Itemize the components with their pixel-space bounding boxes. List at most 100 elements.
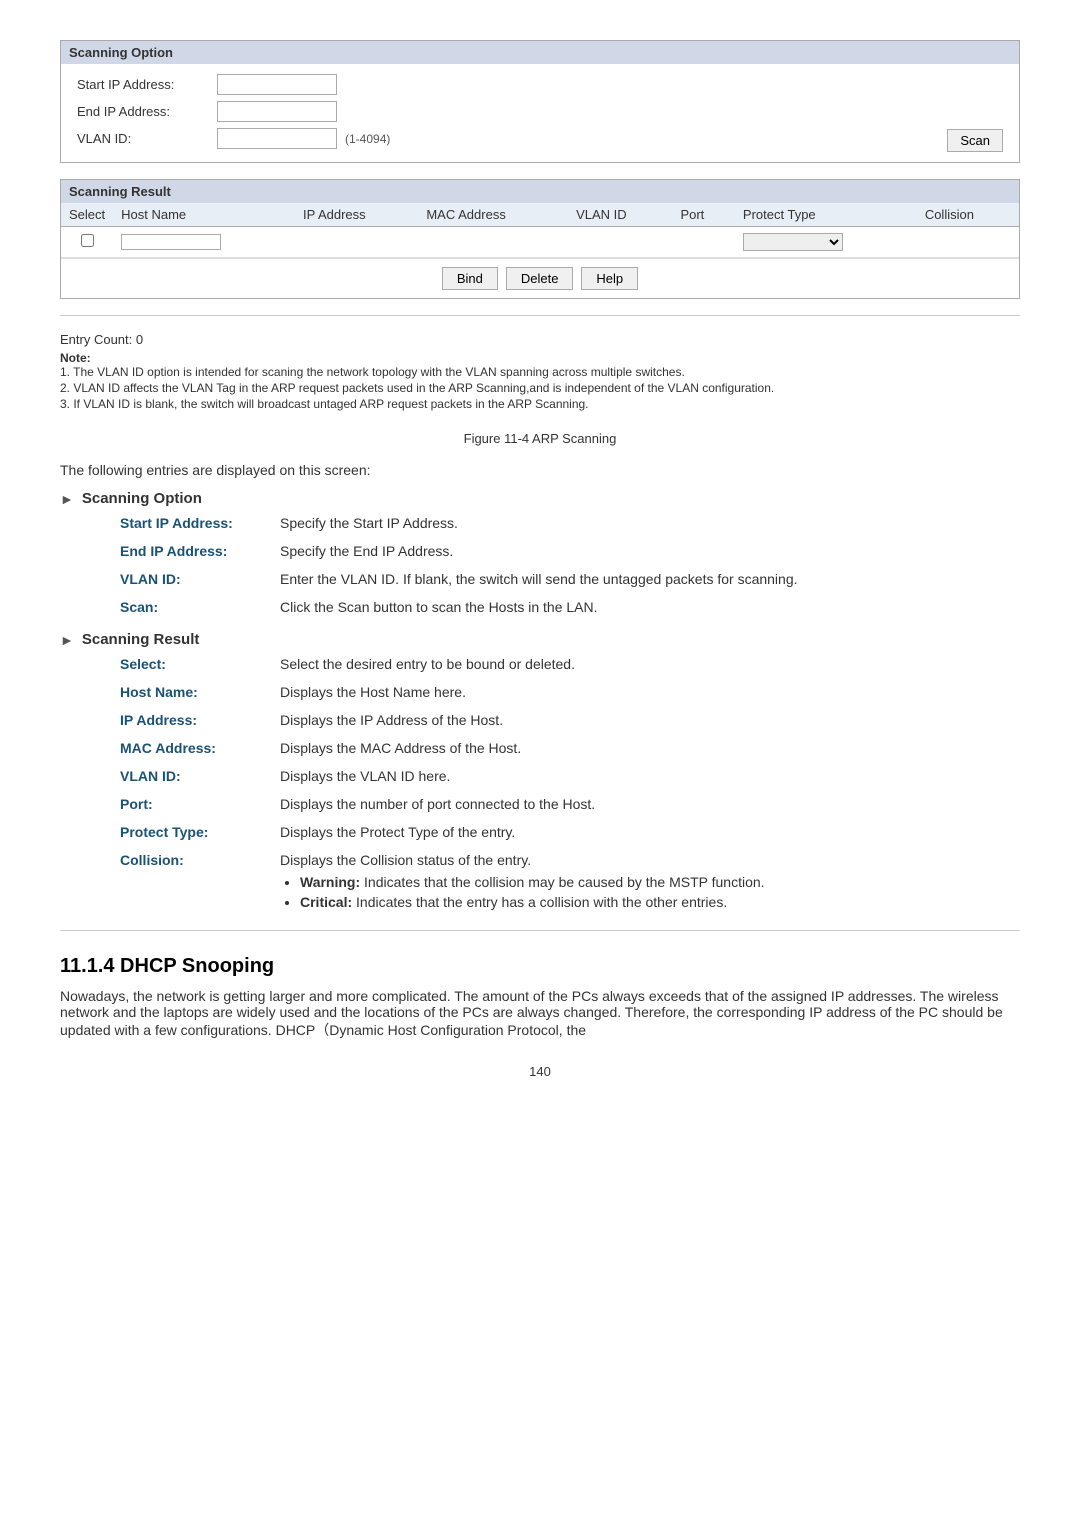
warning-label: Warning: — [300, 874, 360, 890]
entry-count: Entry Count: 0 — [60, 332, 1020, 347]
start-ip-label: Start IP Address: — [77, 77, 217, 92]
def-end-ip: End IP Address: Specify the End IP Addre… — [120, 543, 1020, 559]
row-checkbox[interactable] — [81, 234, 94, 247]
def-term-end-ip: End IP Address: — [120, 543, 280, 559]
dhcp-body-text: Nowadays, the network is getting larger … — [60, 988, 1020, 1040]
row-mac — [418, 227, 568, 258]
bottom-divider — [60, 930, 1020, 931]
bind-button[interactable]: Bind — [442, 267, 498, 290]
arrow-icon-scanning-result: ► — [60, 632, 74, 648]
row-collision — [917, 227, 1019, 258]
def-desc-port: Displays the number of port connected to… — [280, 796, 1020, 812]
arrow-icon-scanning-option: ► — [60, 491, 74, 507]
section-scanning-option: ► Scanning Option Start IP Address: Spec… — [60, 490, 1020, 615]
scanning-result-defs: Select: Select the desired entry to be b… — [120, 656, 1020, 914]
def-term-start-ip: Start IP Address: — [120, 515, 280, 531]
scanning-result-box: Scanning Result Select Host Name IP Addr… — [60, 179, 1020, 299]
def-desc-protect-type: Displays the Protect Type of the entry. — [280, 824, 1020, 840]
def-term-port: Port: — [120, 796, 280, 812]
col-select: Select — [61, 203, 113, 227]
scanning-option-box: Scanning Option Start IP Address: End IP… — [60, 40, 1020, 163]
end-ip-row: End IP Address: — [77, 101, 1003, 122]
def-term-mac-address: MAC Address: — [120, 740, 280, 756]
start-ip-row: Start IP Address: — [77, 74, 1003, 95]
scanning-option-defs: Start IP Address: Specify the Start IP A… — [120, 515, 1020, 615]
collision-critical-bullet: Critical: Indicates that the entry has a… — [300, 894, 1020, 910]
note-1: 1. The VLAN ID option is intended for sc… — [60, 365, 1020, 379]
def-term-ip-address: IP Address: — [120, 712, 280, 728]
protect-type-select[interactable] — [743, 233, 843, 251]
def-term-collision: Collision: — [120, 852, 280, 868]
collision-warning-bullet: Warning: Indicates that the collision ma… — [300, 874, 1020, 890]
scan-button[interactable]: Scan — [947, 129, 1003, 152]
action-row: Bind Delete Help — [61, 258, 1019, 298]
def-term-protect-type: Protect Type: — [120, 824, 280, 840]
def-term-select: Select: — [120, 656, 280, 672]
def-vlan-id-result: VLAN ID: Displays the VLAN ID here. — [120, 768, 1020, 784]
end-ip-label: End IP Address: — [77, 104, 217, 119]
note-3: 3. If VLAN ID is blank, the switch will … — [60, 397, 1020, 411]
vlan-id-hint: (1-4094) — [345, 132, 390, 146]
def-hostname: Host Name: Displays the Host Name here. — [120, 684, 1020, 700]
critical-label: Critical: — [300, 894, 352, 910]
def-mac-address: MAC Address: Displays the MAC Address of… — [120, 740, 1020, 756]
result-table: Select Host Name IP Address MAC Address … — [61, 203, 1019, 258]
col-hostname: Host Name — [113, 203, 295, 227]
def-term-scan: Scan: — [120, 599, 280, 615]
col-vlan: VLAN ID — [568, 203, 672, 227]
scanning-option-header-text: Scanning Option — [82, 490, 202, 507]
help-button[interactable]: Help — [581, 267, 638, 290]
top-divider — [60, 315, 1020, 316]
col-mac: MAC Address — [418, 203, 568, 227]
col-collision: Collision — [917, 203, 1019, 227]
def-desc-start-ip: Specify the Start IP Address. — [280, 515, 1020, 531]
figure-caption: Figure 11-4 ARP Scanning — [60, 431, 1020, 446]
def-desc-hostname: Displays the Host Name here. — [280, 684, 1020, 700]
row-vlan — [568, 227, 672, 258]
def-term-hostname: Host Name: — [120, 684, 280, 700]
def-desc-select: Select the desired entry to be bound or … — [280, 656, 1020, 672]
start-ip-input[interactable] — [217, 74, 337, 95]
notes-title: Note: — [60, 351, 91, 365]
def-scan: Scan: Click the Scan button to scan the … — [120, 599, 1020, 615]
row-port — [672, 227, 734, 258]
section-scanning-result: ► Scanning Result Select: Select the des… — [60, 631, 1020, 914]
arrow-header-scanning-result: ► Scanning Result — [60, 631, 1020, 648]
col-protect: Protect Type — [735, 203, 917, 227]
vlan-id-input[interactable] — [217, 128, 337, 149]
def-port: Port: Displays the number of port connec… — [120, 796, 1020, 812]
hostname-input[interactable] — [121, 234, 221, 250]
result-table-header-row: Select Host Name IP Address MAC Address … — [61, 203, 1019, 227]
def-vlan-id: VLAN ID: Enter the VLAN ID. If blank, th… — [120, 571, 1020, 587]
row-ip — [295, 227, 418, 258]
vlan-id-label: VLAN ID: — [77, 131, 217, 146]
collision-bullets: Warning: Indicates that the collision ma… — [280, 874, 1020, 910]
note-2: 2. VLAN ID affects the VLAN Tag in the A… — [60, 381, 1020, 395]
def-select: Select: Select the desired entry to be b… — [120, 656, 1020, 672]
col-ip: IP Address — [295, 203, 418, 227]
delete-button[interactable]: Delete — [506, 267, 574, 290]
def-desc-collision: Displays the Collision status of the ent… — [280, 852, 1020, 914]
def-term-vlan-id-result: VLAN ID: — [120, 768, 280, 784]
def-desc-scan: Click the Scan button to scan the Hosts … — [280, 599, 1020, 615]
def-ip-address: IP Address: Displays the IP Address of t… — [120, 712, 1020, 728]
row-checkbox-cell — [61, 227, 113, 258]
def-protect-type: Protect Type: Displays the Protect Type … — [120, 824, 1020, 840]
def-term-vlan-id: VLAN ID: — [120, 571, 280, 587]
row-hostname — [113, 227, 295, 258]
intro-text: The following entries are displayed on t… — [60, 462, 1020, 478]
def-desc-ip-address: Displays the IP Address of the Host. — [280, 712, 1020, 728]
def-desc-end-ip: Specify the End IP Address. — [280, 543, 1020, 559]
def-desc-vlan-id-result: Displays the VLAN ID here. — [280, 768, 1020, 784]
scanning-result-title: Scanning Result — [61, 180, 1019, 203]
def-desc-mac-address: Displays the MAC Address of the Host. — [280, 740, 1020, 756]
row-protect — [735, 227, 917, 258]
table-row — [61, 227, 1019, 258]
dhcp-section-heading: 11.1.4 DHCP Snooping — [60, 955, 1020, 978]
page-number: 140 — [60, 1064, 1020, 1079]
arrow-header-scanning-option: ► Scanning Option — [60, 490, 1020, 507]
end-ip-input[interactable] — [217, 101, 337, 122]
notes-section: Note: 1. The VLAN ID option is intended … — [60, 351, 1020, 411]
scanning-result-header-text: Scanning Result — [82, 631, 200, 648]
def-collision: Collision: Displays the Collision status… — [120, 852, 1020, 914]
